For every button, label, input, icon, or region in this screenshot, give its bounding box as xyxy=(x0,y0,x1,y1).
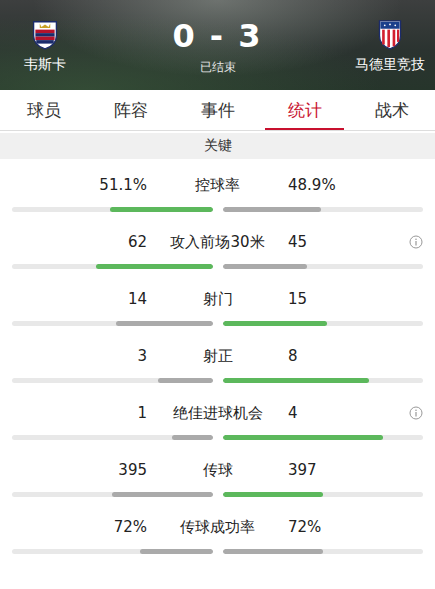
tab-label: 阵容 xyxy=(114,99,148,122)
home-bar-fill xyxy=(116,321,212,326)
stat-label: 控球率 xyxy=(155,176,280,195)
score-block: 0 - 3 已结束 xyxy=(172,17,262,76)
away-value: 8 xyxy=(280,347,423,365)
huesca-crest-icon xyxy=(31,18,59,50)
stat-values: 72% 传球成功率 72% xyxy=(12,515,423,539)
info-icon[interactable] xyxy=(409,406,423,420)
stat-row: 62 攻入前场30米 45 xyxy=(0,216,435,273)
stat-bars xyxy=(12,549,423,554)
home-value: 62 xyxy=(12,233,155,251)
tab[interactable]: 阵容 xyxy=(87,90,174,130)
stat-bars xyxy=(12,378,423,383)
home-team[interactable]: 韦斯卡 xyxy=(10,18,80,74)
stat-row: 1 绝佳进球机会 4 xyxy=(0,387,435,444)
away-team-name: 马德里竞技 xyxy=(355,56,425,74)
stat-values: 395 传球 397 xyxy=(12,458,423,482)
away-value: 45 xyxy=(280,233,423,251)
home-bar-fill xyxy=(112,492,212,497)
stat-row: 3 射正 8 xyxy=(0,330,435,387)
home-value: 3 xyxy=(12,347,155,365)
atletico-crest-icon xyxy=(376,18,404,50)
away-value: 397 xyxy=(280,461,423,479)
stats-list: 51.1% 控球率 48.9% 62 攻入前场30米 45 14 射门 15 3… xyxy=(0,159,435,558)
tab[interactable]: 战术 xyxy=(348,90,435,130)
tab[interactable]: 事件 xyxy=(174,90,261,130)
away-value: 72% xyxy=(280,518,423,536)
tab-bar: 球员 阵容 事件 统计 战术 xyxy=(0,90,435,131)
home-bar-fill xyxy=(158,378,212,383)
stat-bars xyxy=(12,321,423,326)
stat-row: 51.1% 控球率 48.9% xyxy=(0,159,435,216)
away-bar-fill xyxy=(223,378,369,383)
home-value: 51.1% xyxy=(12,176,155,194)
away-bar-track xyxy=(223,264,424,269)
stat-label: 绝佳进球机会 xyxy=(155,404,280,423)
away-bar-fill xyxy=(223,207,321,212)
home-value: 72% xyxy=(12,518,155,536)
home-bar-track xyxy=(12,435,213,440)
stat-values: 3 射正 8 xyxy=(12,344,423,368)
home-bar-track xyxy=(12,492,213,497)
stat-label: 传球 xyxy=(155,461,280,480)
home-bar-track xyxy=(12,378,213,383)
stat-label: 攻入前场30米 xyxy=(155,233,280,252)
away-bar-fill xyxy=(223,321,327,326)
tab[interactable]: 球员 xyxy=(0,90,87,130)
tab-label: 球员 xyxy=(27,99,61,122)
home-bar-fill xyxy=(110,207,212,212)
home-bar-fill xyxy=(172,435,212,440)
home-bar-track xyxy=(12,549,213,554)
section-header: 关键 xyxy=(0,133,435,159)
away-bar-fill xyxy=(223,264,307,269)
tab[interactable]: 统计 xyxy=(261,90,348,130)
stat-label: 传球成功率 xyxy=(155,518,280,537)
away-bar-track xyxy=(223,435,424,440)
home-bar-fill xyxy=(140,549,212,554)
match-stats-page: 韦斯卡 0 - 3 已结束 马德里竞技 球员 阵容 事件 统计 战术 关键 51… xyxy=(0,0,435,589)
away-bar-fill xyxy=(223,435,383,440)
home-value: 1 xyxy=(12,404,155,422)
away-bar-track xyxy=(223,492,424,497)
home-bar-fill xyxy=(96,264,212,269)
away-value: 15 xyxy=(280,290,423,308)
home-value: 14 xyxy=(12,290,155,308)
away-team[interactable]: 马德里竞技 xyxy=(355,18,425,74)
stat-bars xyxy=(12,264,423,269)
stat-bars xyxy=(12,492,423,497)
tab-underline xyxy=(265,128,344,130)
away-bar-track xyxy=(223,207,424,212)
home-bar-track xyxy=(12,264,213,269)
away-bar-track xyxy=(223,549,424,554)
stat-values: 62 攻入前场30米 45 xyxy=(12,230,423,254)
match-status: 已结束 xyxy=(200,59,236,76)
stat-row: 395 传球 397 xyxy=(0,444,435,501)
home-bar-track xyxy=(12,321,213,326)
stat-values: 14 射门 15 xyxy=(12,287,423,311)
stat-values: 51.1% 控球率 48.9% xyxy=(12,173,423,197)
home-value: 395 xyxy=(12,461,155,479)
away-bar-track xyxy=(223,378,424,383)
home-bar-track xyxy=(12,207,213,212)
stat-values: 1 绝佳进球机会 4 xyxy=(12,401,423,425)
tab-label: 事件 xyxy=(201,99,235,122)
away-bar-track xyxy=(223,321,424,326)
stat-row: 14 射门 15 xyxy=(0,273,435,330)
score: 0 - 3 xyxy=(172,17,262,55)
match-header: 韦斯卡 0 - 3 已结束 马德里竞技 xyxy=(0,0,435,90)
stat-label: 射正 xyxy=(155,347,280,366)
stat-label: 射门 xyxy=(155,290,280,309)
stat-bars xyxy=(12,435,423,440)
home-team-name: 韦斯卡 xyxy=(24,56,66,74)
away-value: 4 xyxy=(280,404,423,422)
stat-row: 72% 传球成功率 72% xyxy=(0,501,435,558)
stat-bars xyxy=(12,207,423,212)
tab-label: 统计 xyxy=(288,99,322,122)
info-icon[interactable] xyxy=(409,235,423,249)
away-bar-fill xyxy=(223,549,323,554)
away-bar-fill xyxy=(223,492,323,497)
tab-label: 战术 xyxy=(375,99,409,122)
away-value: 48.9% xyxy=(280,176,423,194)
